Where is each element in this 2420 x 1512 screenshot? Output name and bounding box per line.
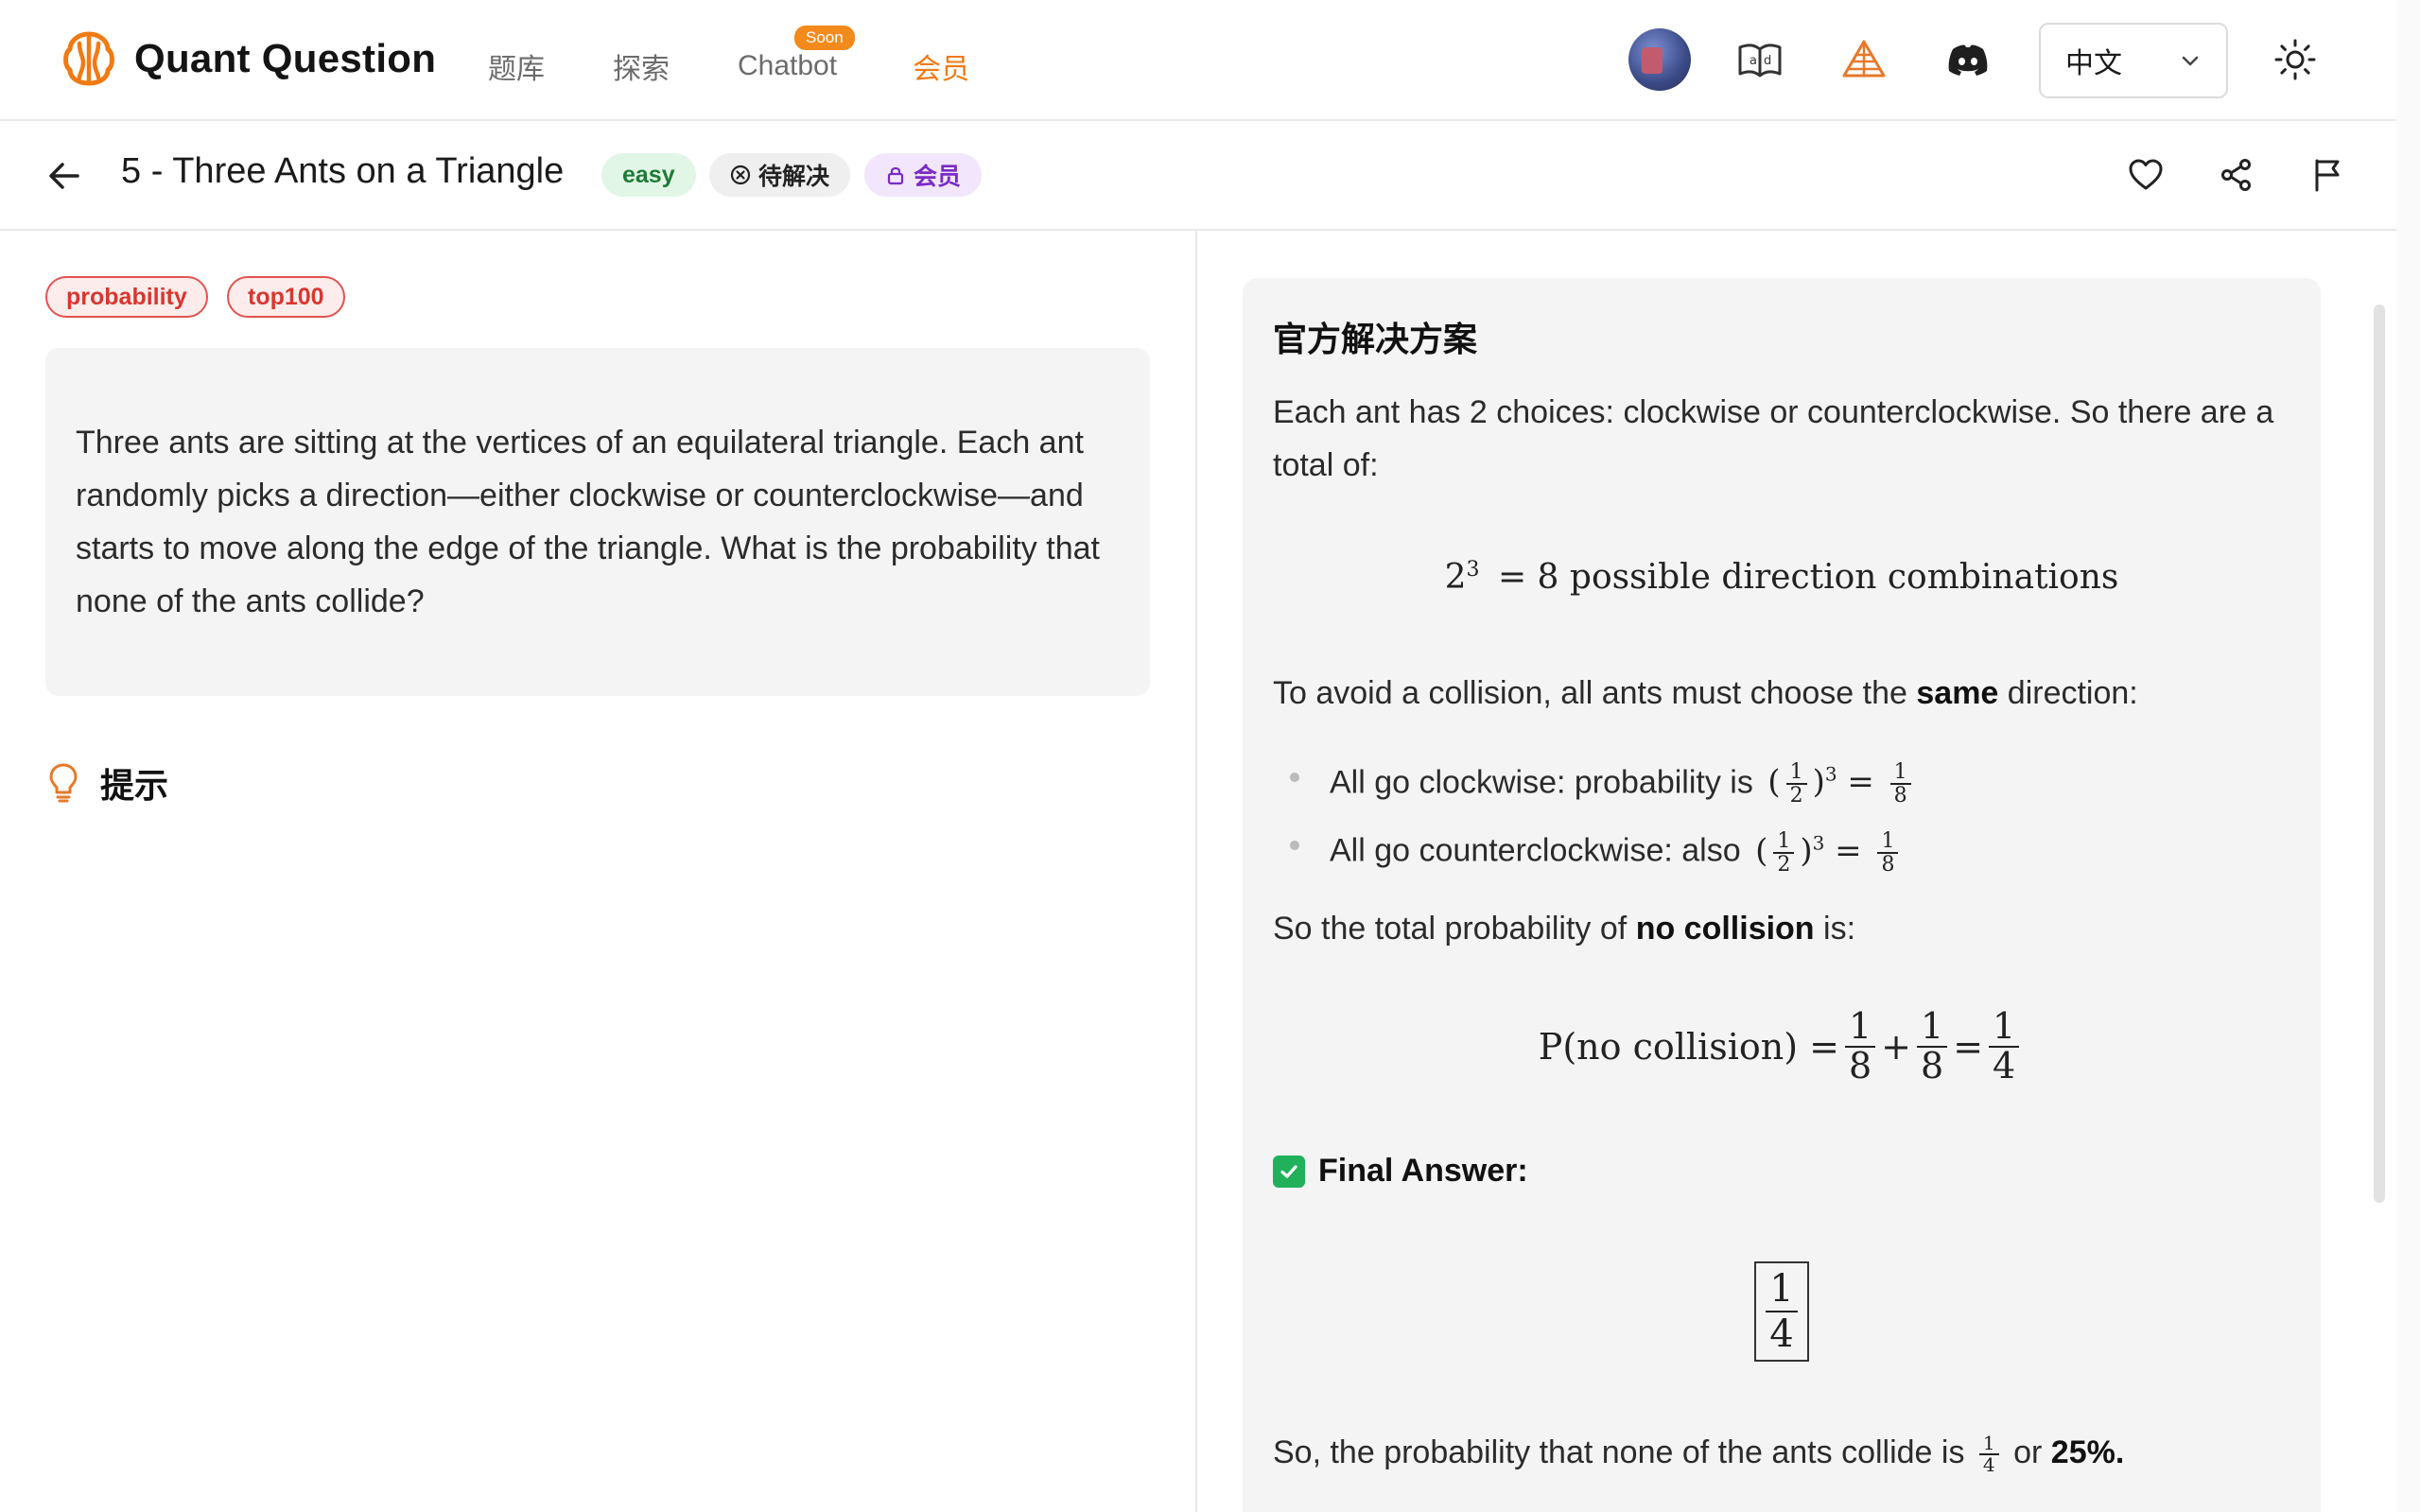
equation-combinations: 23 = 8 possible direction combinations <box>1273 558 2290 597</box>
discord-icon[interactable] <box>1944 36 1992 83</box>
flag-report-icon[interactable] <box>2309 157 2345 193</box>
solution-title: 官方解决方案 <box>1273 321 1478 359</box>
avoid-post: direction: <box>1998 675 2138 711</box>
closing-bold: 25%. <box>2050 1434 2125 1471</box>
final-answer-heading: Final Answer: <box>1273 1153 2290 1190</box>
soon-badge: Soon <box>794 26 855 50</box>
list-item-counterclockwise: All go counterclockwise: also (1 2)3 = 18 <box>1273 812 2290 880</box>
svg-text:d: d <box>1764 54 1771 68</box>
question-text: Three ants are sitting at the vertices o… <box>76 425 1100 619</box>
back-arrow-icon[interactable] <box>45 157 83 195</box>
status-badge: 待解决 <box>709 153 851 197</box>
avoid-collision-text: To avoid a collision, all ants must choo… <box>1273 667 2290 720</box>
bullet-clockwise-math: (1 2)3 = 18 <box>1767 761 1916 807</box>
hint-toggle[interactable]: 提示 <box>47 758 168 808</box>
brand-name: Quant Question <box>134 36 437 80</box>
closing-pre: So, the probability that none of the ant… <box>1273 1434 1965 1471</box>
solution-intro: Each ant has 2 choices: clockwise or cou… <box>1273 394 2274 483</box>
lightbulb-icon <box>49 763 78 803</box>
bullet-clockwise-text: All go clockwise: probability is <box>1330 764 1753 801</box>
brand-logo-link[interactable]: Quant Question <box>59 28 436 89</box>
total-bold: no collision <box>1635 910 1815 947</box>
final-answer-box: 1 4 <box>1273 1261 2290 1363</box>
tag-top100[interactable]: top100 <box>227 276 345 318</box>
status-badge-label: 待解决 <box>758 163 830 190</box>
answer-numerator: 1 <box>1766 1267 1798 1313</box>
page-scrollbar-track <box>2396 0 2420 1512</box>
share-icon[interactable] <box>2219 157 2255 193</box>
lock-icon <box>887 166 904 185</box>
theme-toggle-sun-icon[interactable] <box>2273 38 2317 81</box>
total-probability-text: So the total probability of no collision… <box>1273 902 2290 955</box>
eq1-exp: 3 <box>1466 558 1480 582</box>
checkbox-checked-icon <box>1273 1155 1305 1188</box>
question-title: 5 - Three Ants on a Triangle <box>121 151 565 191</box>
main-nav: 题库 探索 Chatbot Soon 会员 <box>488 26 1037 87</box>
user-avatar[interactable] <box>1628 28 1691 91</box>
official-solution-panel: 官方解决方案 Each ant has 2 choices: clockwise… <box>1243 278 2321 1512</box>
chevron-down-icon <box>2182 56 2199 66</box>
closing-mid: or <box>2013 1434 2043 1471</box>
svg-text:a: a <box>1750 54 1757 68</box>
bullet-counterclockwise-math: (1 2)3 = 18 <box>1755 829 1904 876</box>
question-header: 5 - Three Ants on a Triangle easy 待解决 会员 <box>0 121 2396 231</box>
book-icon[interactable]: a d <box>1736 36 1784 83</box>
total-post: is: <box>1814 910 1856 947</box>
nav-item-membership[interactable]: 会员 <box>913 45 969 87</box>
difficulty-badge: easy <box>601 153 696 197</box>
answer-denominator: 4 <box>1769 1312 1794 1357</box>
avoid-bold: same <box>1916 675 1999 711</box>
top-navbar: Quant Question 题库 探索 Chatbot Soon 会员 a d… <box>0 0 2396 121</box>
language-select[interactable]: 中文 <box>2039 23 2228 98</box>
eq1-base: 2 <box>1444 558 1467 597</box>
pyramid-icon[interactable] <box>1840 36 1888 83</box>
list-item-clockwise: All go clockwise: probability is (1 2)3 =… <box>1273 744 2290 812</box>
bullet-counterclockwise-text: All go counterclockwise: also <box>1330 832 1741 869</box>
member-badge: 会员 <box>864 153 983 197</box>
case-list: All go clockwise: probability is (1 2)3 =… <box>1273 744 2290 881</box>
boxed-answer: 1 4 <box>1754 1261 1809 1363</box>
nav-item-chatbot[interactable]: Chatbot Soon <box>738 26 855 82</box>
brain-logo-icon <box>63 31 114 86</box>
closing-text: So, the probability that none of the ant… <box>1273 1432 2125 1477</box>
question-card: Three ants are sitting at the vertices o… <box>45 348 1150 696</box>
unsolved-circle-x-icon <box>730 165 751 185</box>
nav-item-explore[interactable]: 探索 <box>613 45 670 87</box>
hint-label: 提示 <box>100 767 169 806</box>
pane-divider <box>1195 231 1197 1512</box>
avoid-pre: To avoid a collision, all ants must choo… <box>1273 675 1917 711</box>
total-pre: So the total probability of <box>1273 910 1636 947</box>
tag-probability[interactable]: probability <box>45 276 208 318</box>
final-answer-label: Final Answer: <box>1318 1153 1528 1190</box>
eq1-rest: = 8 possible direction combinations <box>1497 558 2119 597</box>
language-selected-value: 中文 <box>2065 47 2122 80</box>
nav-item-question-bank[interactable]: 题库 <box>488 45 545 87</box>
heart-favorite-icon[interactable] <box>2128 157 2164 193</box>
equation-total: P(no collision) = 18 + 18 = 14 <box>1273 1007 2290 1086</box>
eq2-lhs: P(no collision) = <box>1538 1025 1839 1068</box>
member-badge-label: 会员 <box>914 163 962 190</box>
nav-item-chatbot-label: Chatbot <box>738 50 838 81</box>
scrollbar-thumb[interactable] <box>2374 304 2385 1203</box>
